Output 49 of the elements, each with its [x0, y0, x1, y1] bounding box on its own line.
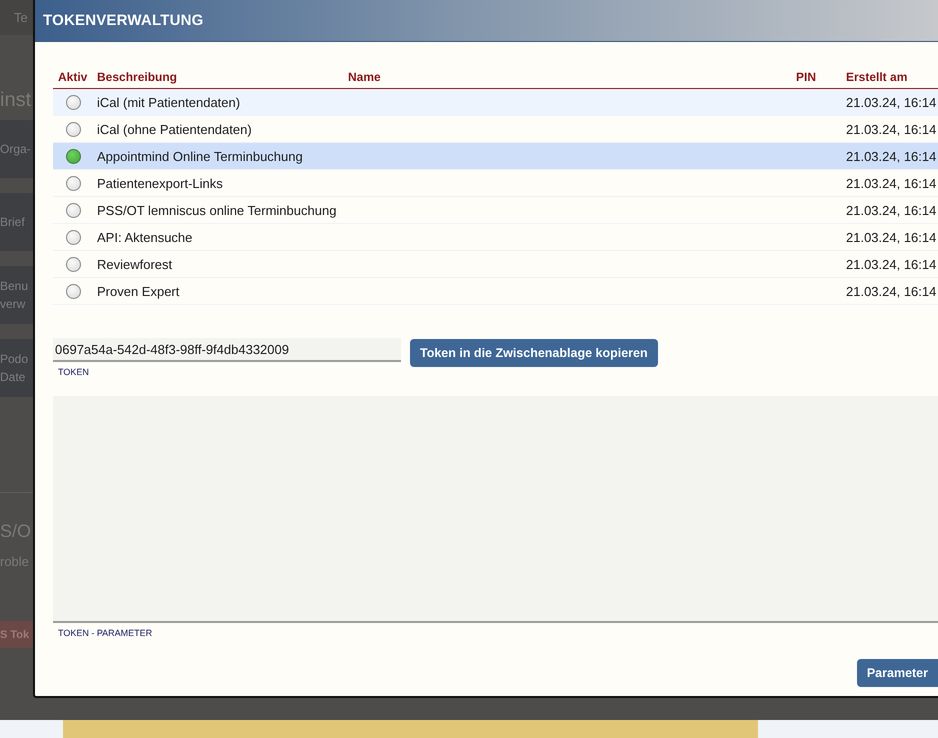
active-radio[interactable] — [66, 230, 81, 244]
dialog-title: TOKENVERWALTUNG — [43, 12, 204, 29]
created-cell: 21.03.24, 16:14 — [846, 256, 936, 272]
active-radio[interactable] — [66, 148, 81, 164]
parameter-field-label: TOKEN - PARAMETER — [58, 628, 152, 638]
menu-item-label: Benu — [0, 278, 28, 295]
menu-item-label: Brief — [0, 214, 25, 231]
created-cell: 21.03.24, 16:14 — [846, 230, 936, 244]
active-radio[interactable] — [66, 284, 81, 298]
created-cell: 21.03.24, 16:14 — [846, 176, 936, 190]
parameter-button[interactable]: Parameter — [856, 659, 938, 687]
column-header: Beschreibung — [97, 70, 178, 84]
menu-item-label: Date — [0, 369, 26, 386]
table-row[interactable]: PSS/OT lemniscus online Terminbuchung 21.03.24, 16:14 — [53, 197, 938, 224]
table-row[interactable]: Reviewforest 21.03.24, 16:14 — [53, 251, 938, 278]
column-header: Erstellt am — [846, 70, 908, 84]
menu-item-label: Podo — [0, 351, 28, 368]
parameter-field[interactable] — [53, 396, 938, 623]
table-row[interactable]: API: Aktensuche 21.03.24, 16:14 — [53, 224, 938, 251]
copy-token-button[interactable]: Token in die Zwischenablage kopieren — [410, 339, 658, 367]
table-row[interactable]: Appointmind Online Terminbuchung 21.03.24, 16:14 — [53, 143, 938, 170]
token-field-label: TOKEN — [58, 367, 89, 377]
description-cell: Patientenexport-Links — [97, 176, 223, 190]
active-radio[interactable] — [66, 122, 81, 136]
table-row[interactable]: iCal (mit Patientendaten) 21.03.24, 16:14 — [53, 89, 938, 116]
column-header: Name — [348, 70, 382, 84]
description-cell: Proven Expert — [97, 284, 180, 298]
active-radio[interactable] — [66, 176, 81, 190]
created-cell: 21.03.24, 16:14 — [846, 202, 936, 218]
created-cell: 21.03.24, 16:14 — [846, 148, 936, 164]
table-row[interactable]: Patientenexport-Links 21.03.24, 16:14 — [53, 170, 938, 197]
active-radio[interactable] — [66, 256, 81, 272]
menu-item-label: Orga- — [0, 141, 31, 158]
description-cell: PSS/OT lemniscus online Terminbuchung — [97, 202, 336, 218]
description-cell: iCal (mit Patientendaten) — [97, 94, 240, 110]
description-cell: Reviewforest — [97, 256, 172, 272]
created-cell: 21.03.24, 16:14 — [846, 284, 936, 298]
description-cell: iCal (ohne Patientendaten) — [97, 122, 252, 136]
token-field[interactable]: 0697a54a-542d-48f3-98ff-9f4db4332009 — [53, 338, 401, 362]
description-cell: API: Aktensuche — [97, 230, 192, 244]
table-row[interactable]: Proven Expert 21.03.24, 16:14 — [53, 278, 938, 305]
column-header: Aktiv — [58, 70, 88, 84]
active-radio[interactable] — [66, 202, 81, 218]
description-cell: Appointmind Online Terminbuchung — [97, 148, 303, 164]
column-header: PIN — [796, 70, 818, 84]
active-radio[interactable] — [66, 94, 81, 110]
created-cell: 21.03.24, 16:14 — [846, 94, 936, 110]
created-cell: 21.03.24, 16:14 — [846, 122, 936, 136]
menu-item-label: verw — [0, 296, 26, 313]
